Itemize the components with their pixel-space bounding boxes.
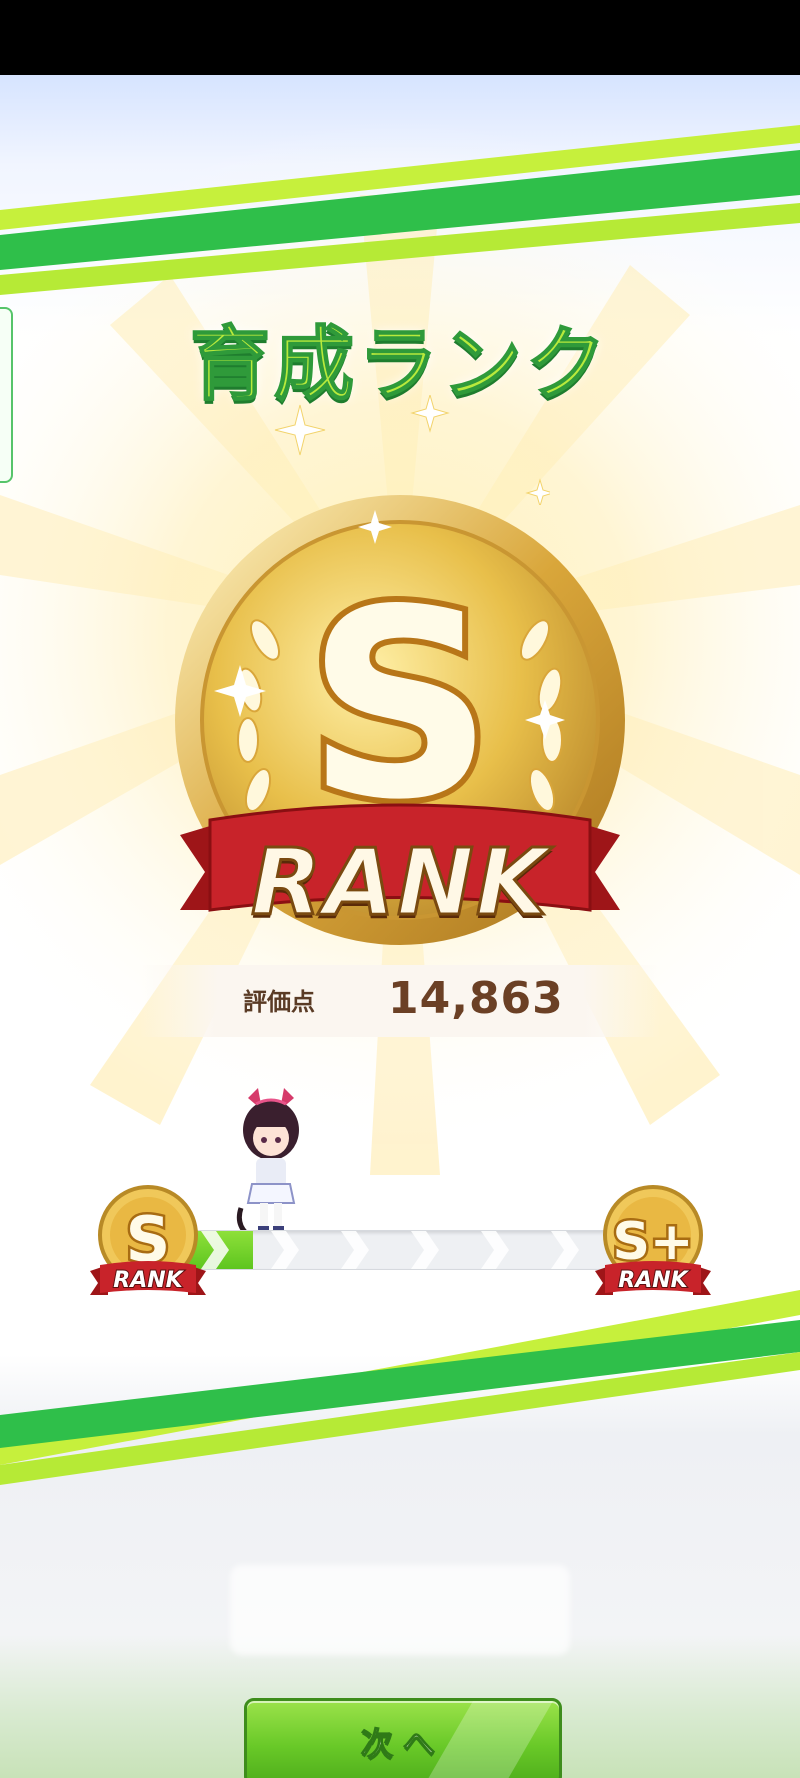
rank-word: RANK: [249, 828, 550, 938]
sparkle-icon: [274, 395, 550, 505]
next-button[interactable]: 次へ: [244, 1698, 562, 1778]
top-stripes: [0, 125, 800, 295]
chevron-right-icon: [201, 1231, 579, 1269]
score-label: 評価点: [243, 988, 315, 1016]
background-card: [230, 1565, 570, 1655]
current-rank-medal: S RANK: [90, 1185, 206, 1295]
rank-result-screen: 育成ランク S RANK 評価点 14,863 S RANK S+ RANK 次…: [0, 75, 800, 1778]
score-value: 14,863: [388, 973, 564, 1024]
bottom-stripes: [0, 1290, 800, 1485]
next-rank-medal: S+ RANK: [595, 1185, 711, 1295]
character-avatar: [236, 1088, 299, 1235]
rank-progress-bar: [180, 1230, 632, 1270]
next-button-label: 次へ: [360, 1724, 445, 1764]
status-bar: [0, 0, 800, 75]
